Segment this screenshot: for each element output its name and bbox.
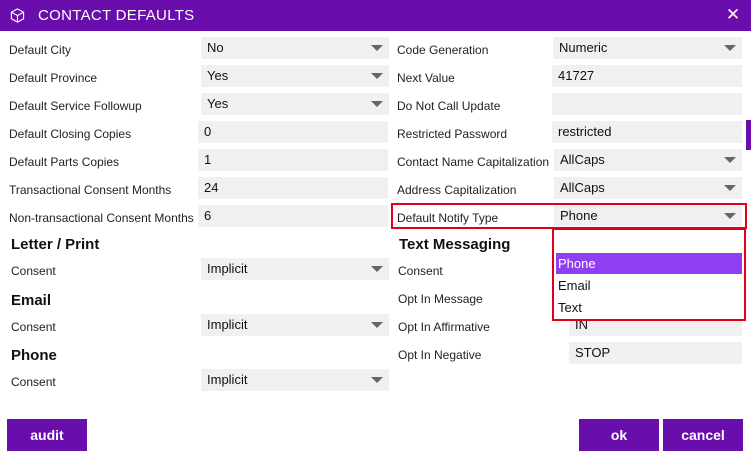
default-parts-copies-label: Default Parts Copies [9,155,120,169]
audit-button[interactable]: audit [7,419,87,451]
restricted-password-label: Restricted Password [397,127,508,141]
phone-consent-select[interactable]: Implicit [201,369,389,391]
chevron-down-icon [724,45,736,51]
transactional-consent-months-input[interactable]: 24 [198,177,388,199]
letter-consent-select[interactable]: Implicit [201,258,389,280]
dropdown-option-phone[interactable]: Phone [556,253,742,274]
phone-consent-label: Consent [11,375,56,389]
email-consent-label: Consent [11,320,56,334]
contact-name-capitalization-select[interactable]: AllCaps [554,149,742,171]
default-notify-type-select[interactable]: Phone [554,205,742,226]
code-generation-label: Code Generation [397,43,489,57]
do-not-call-update-label: Do Not Call Update [397,99,501,113]
default-closing-copies-label: Default Closing Copies [9,127,132,141]
default-province-value: Yes [207,68,229,83]
window-edge-accent [746,120,751,150]
cancel-button[interactable]: cancel [663,419,743,451]
address-capitalization-value: AllCaps [560,180,605,195]
default-city-select[interactable]: No [201,37,389,59]
cube-icon [10,8,25,23]
chevron-down-icon [724,213,736,219]
dropdown-option-text[interactable]: Text [556,297,742,318]
opt-in-negative-input[interactable]: STOP [569,342,742,364]
address-capitalization-label: Address Capitalization [397,183,517,197]
contact-name-capitalization-value: AllCaps [560,152,605,167]
letter-consent-label: Consent [11,264,56,278]
letter-consent-value: Implicit [207,261,248,276]
code-generation-value: Numeric [559,40,608,55]
dialog-title: CONTACT DEFAULTS [38,7,195,24]
opt-in-negative-label: Opt In Negative [398,348,482,362]
opt-in-message-label: Opt In Message [398,292,483,306]
chevron-down-icon [724,185,736,191]
non-transactional-consent-months-input[interactable]: 6 [198,205,388,227]
title-bar: CONTACT DEFAULTS ✕ [0,0,751,31]
email-consent-value: Implicit [207,317,248,332]
close-icon[interactable]: ✕ [723,4,743,26]
default-city-label: Default City [9,43,72,57]
next-value-label: Next Value [397,71,455,85]
text-messaging-heading: Text Messaging [399,236,511,253]
default-province-select[interactable]: Yes [201,65,389,87]
ok-button[interactable]: ok [579,419,659,451]
next-value-input[interactable]: 41727 [552,65,742,87]
default-service-followup-label: Default Service Followup [9,99,142,113]
phone-consent-value: Implicit [207,372,248,387]
transactional-consent-months-label: Transactional Consent Months [9,183,172,197]
default-city-value: No [207,40,224,55]
dropdown-option-email[interactable]: Email [556,275,742,296]
email-heading: Email [11,292,52,309]
address-capitalization-select[interactable]: AllCaps [554,177,742,199]
chevron-down-icon [371,322,383,328]
email-consent-select[interactable]: Implicit [201,314,389,336]
default-service-followup-value: Yes [207,96,229,111]
opt-in-affirmative-label: Opt In Affirmative [398,320,490,334]
do-not-call-update-input[interactable] [552,93,742,115]
chevron-down-icon [371,73,383,79]
letter-print-heading: Letter / Print [11,236,100,253]
default-province-label: Default Province [9,71,98,85]
chevron-down-icon [724,157,736,163]
text-consent-label: Consent [398,264,443,278]
chevron-down-icon [371,101,383,107]
default-closing-copies-input[interactable]: 0 [198,121,388,143]
notify-type-dropdown-list: Phone Email Text [552,228,746,321]
default-notify-type-label: Default Notify Type [397,211,499,225]
default-notify-type-value: Phone [560,208,598,223]
phone-heading: Phone [11,347,57,364]
contact-name-capitalization-label: Contact Name Capitalization [397,155,550,169]
chevron-down-icon [371,45,383,51]
default-parts-copies-input[interactable]: 1 [198,149,388,171]
code-generation-select[interactable]: Numeric [553,37,742,59]
chevron-down-icon [371,377,383,383]
default-service-followup-select[interactable]: Yes [201,93,389,115]
chevron-down-icon [371,266,383,272]
non-transactional-consent-months-label: Non-transactional Consent Months [9,211,194,225]
restricted-password-input[interactable]: restricted [552,121,742,143]
